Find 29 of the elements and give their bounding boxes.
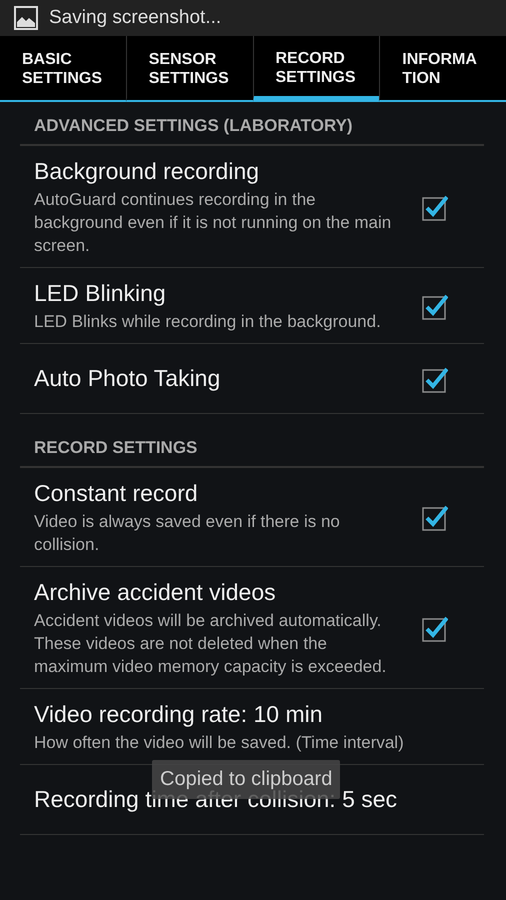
- setting-title: Video recording rate: 10 min: [34, 701, 324, 728]
- setting-title: Auto Photo Taking: [34, 364, 222, 392]
- section-header: ADVANCED SETTINGS (LABORATORY): [20, 102, 484, 146]
- section-header: RECORD SETTINGS: [20, 424, 484, 468]
- setting-row[interactable]: Auto Photo Taking: [20, 344, 484, 414]
- checkbox[interactable]: [422, 294, 448, 320]
- checkbox[interactable]: [422, 194, 448, 220]
- image-icon: [14, 6, 38, 30]
- checkbox[interactable]: [422, 616, 448, 642]
- tab[interactable]: BASIC SETTINGS: [0, 36, 126, 102]
- checkbox[interactable]: [422, 366, 448, 392]
- setting-summary: AutoGuard continues recording in the background even if it is not running on the main screen.: [34, 189, 392, 257]
- setting-title: LED Blinking: [34, 280, 167, 307]
- setting-title: Background recording: [34, 158, 260, 185]
- checkbox[interactable]: [422, 505, 448, 531]
- tab[interactable]: INFORMA TION: [379, 36, 506, 102]
- setting-summary: How often the video will be saved. (Time interval): [34, 732, 405, 754]
- setting-summary: LED Blinks while recording in the background.: [34, 311, 382, 333]
- tab[interactable]: RECORD SETTINGS: [252, 36, 380, 102]
- tab[interactable]: SENSOR SETTINGS: [126, 36, 252, 102]
- setting-row[interactable]: Archive accident videos Accident videos will be archived automatically. These videos are not deleted when the maximum video memory capacity is exceeded.: [20, 567, 484, 689]
- setting-summary: Video is always saved even if there is no collision.: [34, 511, 341, 556]
- setting-summary: Accident videos will be archived automatically. These videos are not deleted when the maximum video memory capacity is exceeded.: [34, 610, 388, 678]
- setting-row[interactable]: Constant record Video is always saved even if there is no collision.: [20, 468, 484, 567]
- notification-text: Saving screenshot...: [49, 7, 222, 29]
- setting-row[interactable]: LED Blinking LED Blinks while recording in the background.: [20, 268, 484, 344]
- setting-title: Archive accident videos: [34, 579, 277, 606]
- setting-row[interactable]: Background recording AutoGuard continues recording in the background even if it is not running on the main screen.: [20, 146, 484, 268]
- setting-title: Constant record: [34, 480, 199, 507]
